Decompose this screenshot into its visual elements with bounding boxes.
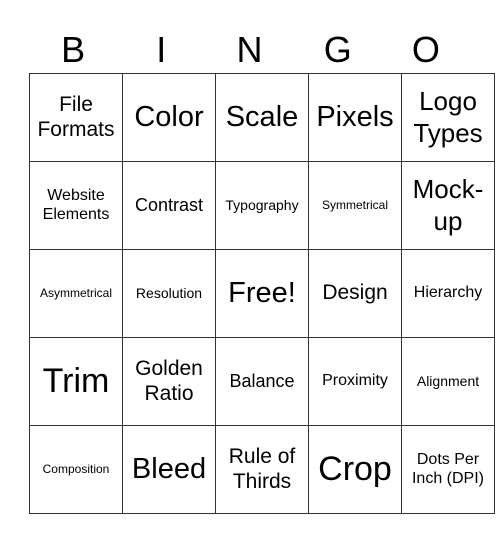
bingo-grid: File Formats Color Scale Pixels Logo Typ… (29, 73, 495, 514)
header-letter-n: N (236, 29, 263, 70)
bingo-cell[interactable]: Scale (215, 73, 309, 162)
bingo-cell[interactable]: Crop (308, 425, 402, 514)
grid-row: Asymmetrical Resolution Free! Design Hie… (29, 249, 495, 338)
bingo-cell[interactable]: Balance (215, 337, 309, 426)
free-space-cell[interactable]: Free! (215, 249, 309, 338)
header-letter-i: I (156, 29, 167, 70)
bingo-cell[interactable]: Design (308, 249, 402, 338)
bingo-cell[interactable]: Alignment (401, 337, 495, 426)
bingo-cell[interactable]: File Formats (29, 73, 123, 162)
bingo-cell[interactable]: Color (122, 73, 216, 162)
bingo-cell[interactable]: Composition (29, 425, 123, 514)
bingo-cell[interactable]: Dots Per Inch (DPI) (401, 425, 495, 514)
bingo-cell[interactable]: Bleed (122, 425, 216, 514)
header-letter-g: G (323, 29, 352, 70)
grid-row: Website Elements Contrast Typography Sym… (29, 161, 495, 250)
bingo-cell[interactable]: Symmetrical (308, 161, 402, 250)
bingo-header: B I N G O (29, 28, 470, 72)
bingo-cell[interactable]: Rule of Thirds (215, 425, 309, 514)
bingo-cell[interactable]: Pixels (308, 73, 402, 162)
grid-row: Trim Golden Ratio Balance Proximity Alig… (29, 337, 495, 426)
bingo-cell[interactable]: Asymmetrical (29, 249, 123, 338)
bingo-cell[interactable]: Typography (215, 161, 309, 250)
bingo-cell[interactable]: Contrast (122, 161, 216, 250)
header-letter-o: O (411, 29, 440, 70)
bingo-cell[interactable]: Trim (29, 337, 123, 426)
grid-row: File Formats Color Scale Pixels Logo Typ… (29, 73, 495, 162)
grid-row: Composition Bleed Rule of Thirds Crop Do… (29, 425, 495, 514)
bingo-cell[interactable]: Proximity (308, 337, 402, 426)
bingo-cell[interactable]: Mock-up (401, 161, 495, 250)
bingo-cell[interactable]: Resolution (122, 249, 216, 338)
bingo-cell[interactable]: Golden Ratio (122, 337, 216, 426)
header-letter-b: B (61, 29, 86, 70)
bingo-cell[interactable]: Hierarchy (401, 249, 495, 338)
bingo-cell[interactable]: Website Elements (29, 161, 123, 250)
bingo-cell[interactable]: Logo Types (401, 73, 495, 162)
